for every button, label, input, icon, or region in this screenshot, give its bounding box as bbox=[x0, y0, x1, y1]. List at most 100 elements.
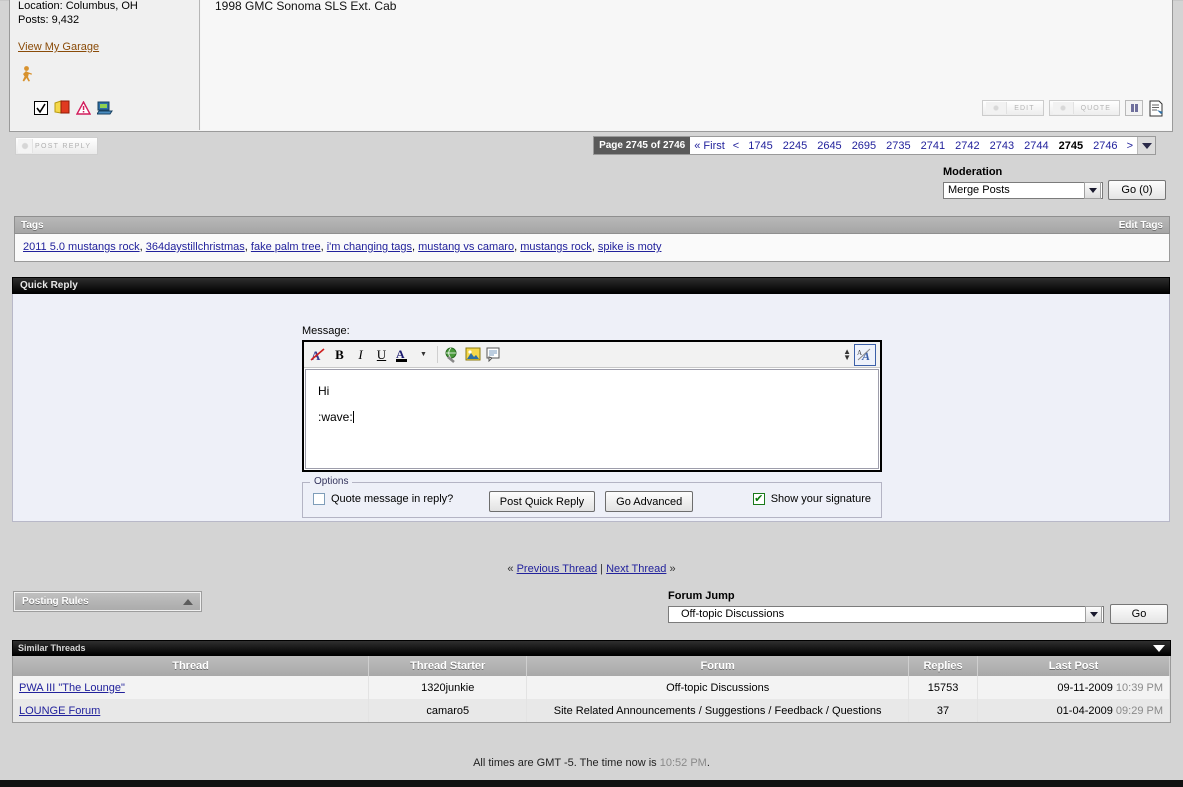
edit-tags-link[interactable]: Edit Tags bbox=[1119, 220, 1163, 231]
post-userinfo-panel: Location: Columbus, OH Posts: 9,432 View… bbox=[10, 0, 200, 130]
thread-starter-cell: 1320junkie bbox=[368, 676, 528, 699]
pagination-page[interactable]: 2741 bbox=[916, 137, 950, 154]
prev-thread-arrow: « bbox=[507, 563, 514, 575]
tag-link[interactable]: fake palm tree bbox=[251, 241, 321, 253]
tag-link[interactable]: 364daystillchristmas bbox=[146, 241, 245, 253]
column-header-replies: Replies bbox=[908, 656, 979, 676]
quick-reply-section: Quick Reply Message: A B I U A bbox=[12, 277, 1170, 522]
similar-thread-link[interactable]: PWA III "The Lounge" bbox=[19, 682, 125, 694]
text-caret bbox=[352, 411, 354, 423]
increase-decrease-size-icon[interactable]: ▲ ▼ bbox=[843, 347, 851, 361]
pagination-prev[interactable]: < bbox=[729, 137, 743, 154]
footer-text-after: . bbox=[706, 757, 710, 769]
previous-thread-link[interactable]: Previous Thread bbox=[517, 563, 598, 575]
moderation-go-button[interactable]: Go (0) bbox=[1108, 180, 1166, 200]
similar-threads-header: Similar Threads bbox=[12, 640, 1171, 656]
checkbox-icon[interactable] bbox=[34, 100, 48, 118]
tags-header-title: Tags bbox=[21, 219, 44, 231]
insert-quote-icon[interactable] bbox=[483, 345, 504, 365]
view-my-garage-link[interactable]: View My Garage bbox=[18, 41, 191, 53]
next-thread-arrow: » bbox=[669, 563, 676, 575]
pagination-next[interactable]: > bbox=[1123, 137, 1137, 154]
moderation-select[interactable]: Merge Posts bbox=[943, 181, 1103, 199]
pagination-first[interactable]: « First bbox=[690, 137, 729, 154]
forum-jump-select[interactable]: Off-topic Discussions bbox=[668, 605, 1104, 623]
card-icon[interactable] bbox=[54, 100, 70, 118]
quick-reply-body: Message: A B I U A ▼ bbox=[12, 294, 1170, 522]
last-post-time: 10:39 PM bbox=[1115, 681, 1163, 694]
post-user-action-icons bbox=[34, 100, 113, 118]
report-post-icon[interactable] bbox=[1148, 100, 1164, 117]
post-body-panel: 1998 GMC Sonoma SLS Ext. Cab EDIT QUOTE bbox=[201, 0, 1172, 130]
send-message-icon[interactable] bbox=[96, 100, 113, 118]
go-advanced-button[interactable]: Go Advanced bbox=[605, 491, 694, 512]
pagination-page[interactable]: 2742 bbox=[950, 137, 984, 154]
tags-section: Tags Edit Tags 2011 5.0 mustangs rock, 3… bbox=[14, 216, 1170, 262]
insert-image-icon[interactable] bbox=[462, 345, 483, 365]
tag-link[interactable]: 2011 5.0 mustangs rock bbox=[23, 241, 140, 253]
post-signature-text: 1998 GMC Sonoma SLS Ext. Cab bbox=[215, 0, 397, 13]
multiquote-button[interactable] bbox=[1125, 100, 1143, 116]
bold-icon[interactable]: B bbox=[329, 345, 350, 365]
posting-rules-header[interactable]: Posting Rules bbox=[13, 591, 202, 612]
thread-toolbar-row: POST REPLY Page 2745 of 2746 « First < 1… bbox=[9, 136, 1173, 156]
similar-thread-link[interactable]: LOUNGE Forum bbox=[19, 705, 100, 717]
pagination-page[interactable]: 2735 bbox=[881, 137, 915, 154]
italic-icon[interactable]: I bbox=[350, 345, 371, 365]
forum-jump-go-button[interactable]: Go bbox=[1110, 604, 1168, 624]
replies-cell: 37 bbox=[908, 699, 979, 722]
tag-link[interactable]: mustangs rock bbox=[520, 241, 592, 253]
pagination-page[interactable]: 2746 bbox=[1088, 137, 1122, 154]
toggle-editor-icon[interactable]: AA bbox=[854, 343, 876, 366]
message-textarea[interactable]: Hi :wave: bbox=[305, 369, 879, 469]
pagination-page[interactable]: 2645 bbox=[812, 137, 846, 154]
pagination-page[interactable]: 1745 bbox=[743, 137, 777, 154]
tag-link[interactable]: mustang vs camaro bbox=[418, 241, 514, 253]
posting-rules-title: Posting Rules bbox=[22, 596, 89, 607]
table-row: PWA III "The Lounge" 1320junkie Off-topi… bbox=[13, 676, 1170, 699]
footer-text-before: All times are GMT -5. The time now is bbox=[473, 757, 657, 769]
tag-link[interactable]: spike is moty bbox=[598, 241, 662, 253]
table-row: LOUNGE Forum camaro5 Site Related Announ… bbox=[13, 699, 1170, 722]
post-container: Location: Columbus, OH Posts: 9,432 View… bbox=[9, 0, 1173, 132]
next-thread-link[interactable]: Next Thread bbox=[606, 563, 666, 575]
column-header-thread-starter: Thread Starter bbox=[368, 656, 528, 676]
forum-jump-select-value: Off-topic Discussions bbox=[681, 608, 785, 620]
chevron-down-icon[interactable] bbox=[1137, 137, 1155, 154]
editor-toolbar: A B I U A ▼ bbox=[304, 342, 880, 368]
edit-button[interactable]: EDIT bbox=[982, 100, 1044, 116]
chevron-down-icon[interactable]: ▼ bbox=[413, 345, 434, 365]
footer-current-time: 10:52 PM bbox=[659, 757, 707, 769]
chevron-down-icon bbox=[1084, 181, 1101, 199]
quick-reply-buttons: Post Quick Reply Go Advanced bbox=[13, 491, 1169, 512]
remove-formatting-icon[interactable]: A bbox=[308, 345, 329, 365]
pagination: Page 2745 of 2746 « First < 1745 2245 26… bbox=[593, 136, 1156, 155]
moderation-title: Moderation bbox=[943, 166, 1003, 178]
tags-list: 2011 5.0 mustangs rock, 364daystillchris… bbox=[14, 234, 1170, 262]
post-reply-button[interactable]: POST REPLY bbox=[15, 137, 99, 155]
post-user-location: Location: Columbus, OH bbox=[18, 0, 138, 12]
message-line: :wave: bbox=[318, 410, 353, 424]
quote-button[interactable]: QUOTE bbox=[1048, 100, 1120, 116]
chevron-down-icon[interactable] bbox=[1153, 644, 1165, 652]
last-post-date: 09-11-2009 bbox=[1057, 681, 1113, 694]
underline-icon[interactable]: U bbox=[371, 345, 392, 365]
thread-starter-cell: camaro5 bbox=[368, 699, 528, 722]
table-header-row: Thread Thread Starter Forum Replies Last… bbox=[13, 656, 1170, 676]
pagination-page[interactable]: 2695 bbox=[847, 137, 881, 154]
column-header-forum: Forum bbox=[526, 656, 909, 676]
pagination-page[interactable]: 2744 bbox=[1019, 137, 1053, 154]
tag-link[interactable]: i'm changing tags bbox=[327, 241, 412, 253]
pagination-page[interactable]: 2743 bbox=[985, 137, 1019, 154]
footer-time-notice: All times are GMT -5. The time now is 10… bbox=[0, 757, 1183, 769]
replies-cell: 15753 bbox=[908, 676, 979, 699]
insert-link-icon[interactable] bbox=[441, 345, 462, 365]
moderation-panel: Moderation Merge Posts Go (0) bbox=[943, 166, 1166, 200]
font-color-icon[interactable]: A bbox=[392, 345, 413, 365]
forum-jump-panel: Forum Jump Off-topic Discussions Go bbox=[668, 590, 1168, 624]
chevron-down-icon bbox=[1085, 605, 1102, 623]
footer-bar bbox=[0, 780, 1183, 787]
post-quick-reply-button[interactable]: Post Quick Reply bbox=[488, 491, 596, 512]
warning-triangle-icon[interactable] bbox=[75, 100, 92, 118]
pagination-page[interactable]: 2245 bbox=[778, 137, 812, 154]
